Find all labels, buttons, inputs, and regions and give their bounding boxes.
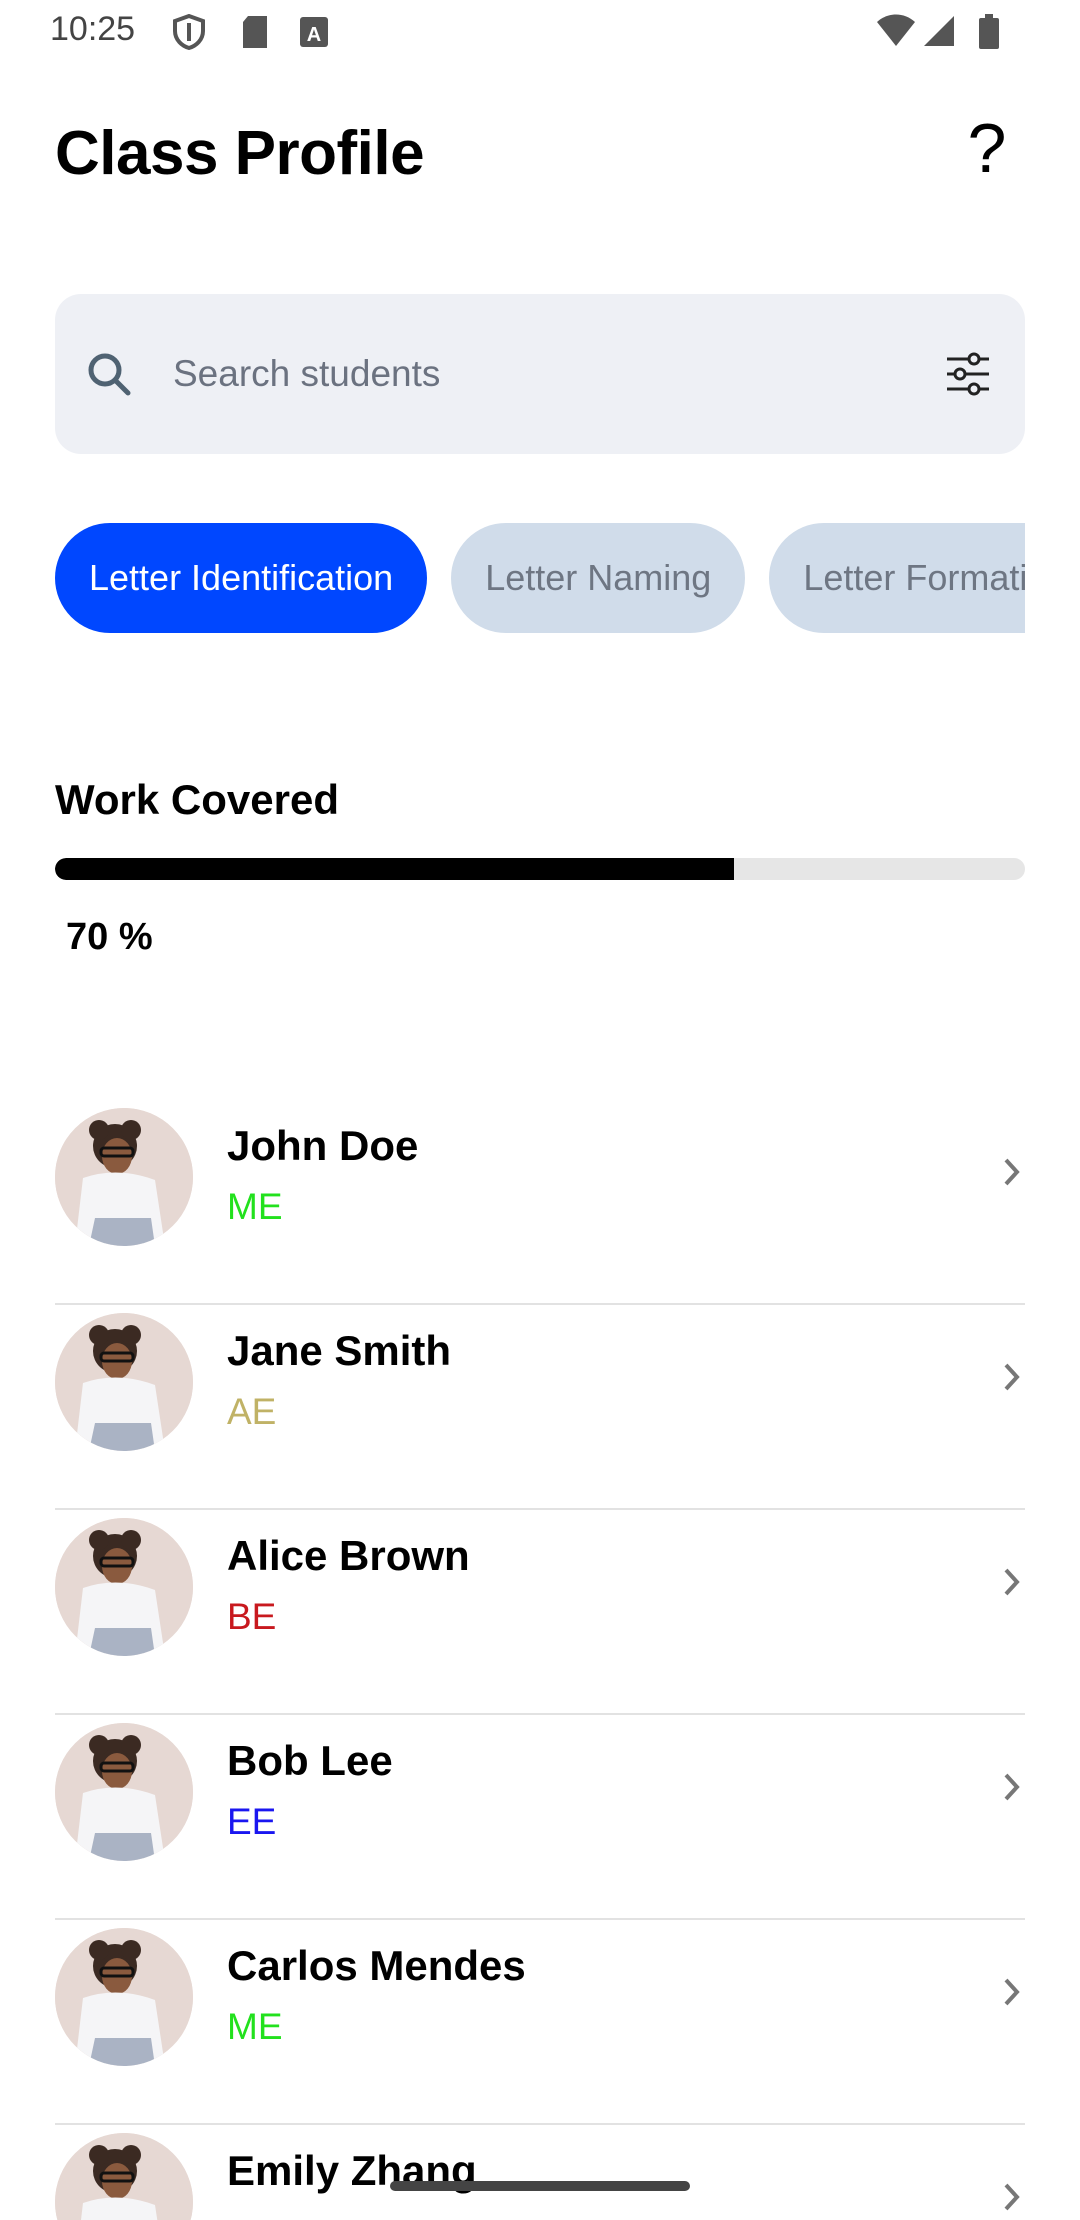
help-button[interactable]: ? — [955, 110, 1019, 186]
student-photo-icon — [55, 1108, 193, 1246]
progress-percentage: 70 % — [66, 916, 153, 958]
student-row[interactable]: Bob Lee EE — [55, 1715, 1025, 1920]
student-photo-icon — [55, 2133, 193, 2220]
chip-letter-naming[interactable]: Letter Naming — [451, 523, 746, 633]
shield-icon — [173, 14, 205, 50]
student-photo-icon — [55, 1928, 193, 2066]
font-icon: A — [300, 17, 328, 47]
search-icon — [88, 353, 131, 396]
page-title: Class Profile — [55, 119, 425, 188]
chevron-right-icon — [1004, 2183, 1020, 2211]
student-photo-icon — [55, 1518, 193, 1656]
status-time: 10:25 — [50, 10, 136, 48]
student-name: Jane Smith — [227, 1327, 452, 1374]
status-bar: 10:25 A — [0, 0, 1080, 66]
chevron-right-icon — [1004, 1773, 1020, 1801]
wifi-icon — [877, 14, 915, 46]
avatar — [55, 1313, 193, 1451]
student-grade: AE — [227, 1391, 277, 1432]
chevron-right-icon — [1004, 1158, 1020, 1186]
category-chips: Letter Identification Letter Naming Letter… — [55, 523, 1025, 633]
student-row[interactable]: Jane Smith AE — [55, 1305, 1025, 1510]
student-row[interactable]: Carlos Mendes ME — [55, 1920, 1025, 2125]
chip-letter-identification[interactable]: Letter Identification — [55, 523, 428, 633]
sd-card-icon — [243, 16, 267, 48]
student-grade: ME — [227, 2006, 283, 2047]
avatar — [55, 1928, 193, 2066]
student-photo-icon — [55, 1313, 193, 1451]
student-name: John Doe — [227, 1122, 419, 1169]
student-name: Alice Brown — [227, 1532, 470, 1579]
avatar — [55, 1108, 193, 1246]
student-row[interactable]: Emily Zhang — [55, 2125, 1025, 2220]
chevron-right-icon — [1004, 1978, 1020, 2006]
student-grade: ME — [227, 1186, 283, 1227]
student-grade: EE — [227, 1801, 277, 1842]
student-photo-icon — [55, 1723, 193, 1861]
student-row[interactable]: John Doe ME — [55, 1100, 1025, 1305]
avatar — [55, 2133, 193, 2220]
filter-icon[interactable] — [945, 352, 991, 396]
battery-icon — [979, 14, 999, 49]
progress-fill — [55, 858, 734, 880]
chip-letter-formation[interactable]: Letter Formation — [769, 523, 1025, 633]
student-list: John Doe ME Jane Smith AE Alice Brown BE… — [55, 1100, 1025, 2220]
chevron-right-icon — [1004, 1568, 1020, 1596]
avatar — [55, 1518, 193, 1656]
search-bar[interactable] — [55, 294, 1025, 454]
section-title: Work Covered — [55, 776, 339, 823]
student-grade: BE — [227, 1596, 277, 1637]
avatar — [55, 1723, 193, 1861]
search-input[interactable] — [173, 344, 933, 404]
signal-icon — [924, 16, 954, 46]
gesture-nav-handle[interactable] — [390, 2181, 690, 2191]
progress-bar — [55, 858, 1025, 880]
student-name: Bob Lee — [227, 1737, 393, 1784]
chevron-right-icon — [1004, 1363, 1020, 1391]
student-name: Carlos Mendes — [227, 1942, 526, 1989]
student-row[interactable]: Alice Brown BE — [55, 1510, 1025, 1715]
svg-text:A: A — [307, 24, 321, 46]
